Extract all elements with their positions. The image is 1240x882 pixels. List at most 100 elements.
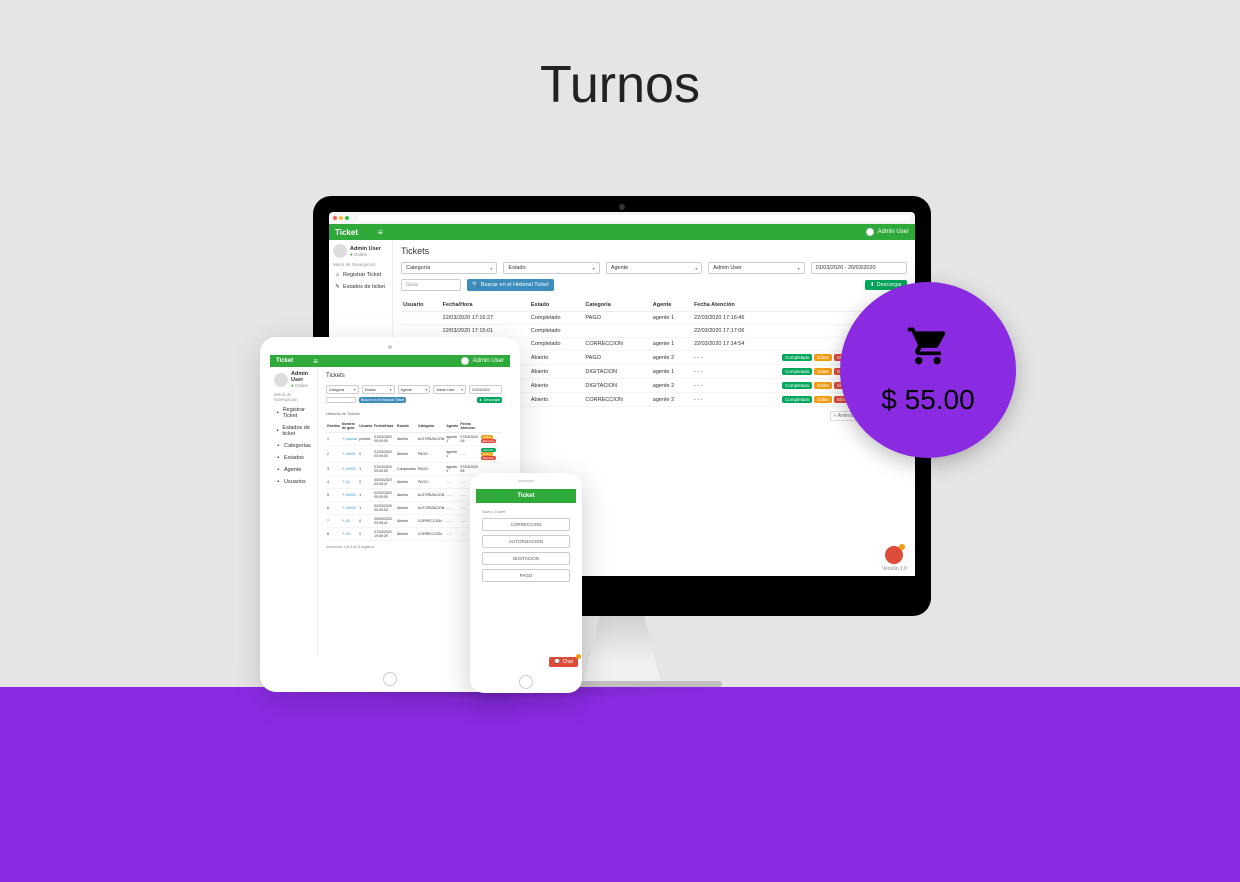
filter-agente[interactable]: Agente▾ xyxy=(398,385,431,394)
brand: Ticket xyxy=(517,493,534,499)
edit-badge[interactable]: Editar xyxy=(814,354,832,361)
table-cell: 02/03/2020 00:00:00 xyxy=(373,502,396,515)
category-option[interactable]: AUTORIZACION xyxy=(482,535,570,548)
category-option[interactable]: PAGO xyxy=(482,569,570,582)
table-cell: Completado xyxy=(529,325,584,338)
menu-toggle-icon[interactable]: ≡ xyxy=(313,357,318,366)
avatar[interactable] xyxy=(461,357,469,365)
search-button[interactable]: Buscar en el Historial Ticket xyxy=(359,397,406,403)
sidebar-avatar xyxy=(333,244,347,258)
filter-date[interactable]: 01/03/2020 xyxy=(469,385,502,394)
filter-categoria[interactable]: Categoría▾ xyxy=(401,262,497,274)
table-cell: 8 xyxy=(326,528,341,541)
chat-widget-icon[interactable] xyxy=(885,546,903,564)
sidebar-item-estados[interactable]: ✎Estados de ticket xyxy=(333,281,388,293)
topbar-username[interactable]: Admin User xyxy=(473,358,504,364)
table-cell: Abierto xyxy=(396,502,417,515)
table-cell: 22/03/2020 17:16:27 xyxy=(441,312,529,325)
action-badge[interactable]: Eliminar xyxy=(481,456,496,460)
ipad-home-button[interactable] xyxy=(383,672,397,686)
ticket-link[interactable]: ✎ #1 xyxy=(342,480,350,484)
filter-guia-input[interactable]: Guía xyxy=(401,279,461,291)
sidebar-item[interactable]: ▪Categorías xyxy=(274,440,313,452)
table-cell: agente 2 xyxy=(445,463,459,476)
action-badge[interactable]: Eliminar xyxy=(481,439,496,443)
ticket-link[interactable]: ✎ #0002 xyxy=(342,467,356,471)
iphone-home-button[interactable] xyxy=(519,675,533,689)
ticket-link[interactable]: ✎ #2 xyxy=(342,519,350,523)
filter-date-range[interactable]: 01/03/2020 - 26/03/2020 xyxy=(811,262,907,274)
category-option[interactable]: DIGITACION xyxy=(482,552,570,565)
table-cell: agente 1 xyxy=(445,446,459,463)
avatar[interactable] xyxy=(866,228,874,236)
table-cell: Abierto xyxy=(529,379,584,393)
table-cell: 4 xyxy=(326,476,341,489)
chevron-down-icon: ▾ xyxy=(798,266,800,271)
table-cell: 05/03/2020 03:06:41 xyxy=(373,515,396,528)
sidebar-item[interactable]: ▪Registrar Ticket xyxy=(274,404,313,422)
table-cell: - - - xyxy=(692,365,780,379)
table-cell: - - - xyxy=(692,379,780,393)
section-label: Nuevo Ticket xyxy=(482,509,570,514)
table-row: 1✎ pruebaprueba01/03/2020 00:00:00Abiert… xyxy=(326,433,502,446)
topbar-username[interactable]: Admin User xyxy=(878,229,909,235)
filter-guia-input[interactable] xyxy=(326,397,356,403)
edit-badge[interactable]: Editar xyxy=(814,396,832,403)
browser-chrome xyxy=(329,212,915,224)
download-button[interactable]: ⬇Descargar xyxy=(477,397,502,403)
filter-estado[interactable]: Estado▾ xyxy=(362,385,395,394)
status-badge[interactable]: Completado xyxy=(782,354,812,361)
filter-admin[interactable]: Admin User▾ xyxy=(433,385,466,394)
edit-badge[interactable]: Editar xyxy=(814,382,832,389)
filter-estado[interactable]: Estado▾ xyxy=(503,262,599,274)
avatar[interactable] xyxy=(570,476,578,484)
table-header: Categoría xyxy=(417,420,445,433)
content-title: Tickets xyxy=(401,246,907,256)
chat-button[interactable]: 💬Chat xyxy=(549,657,578,667)
nav-icon: ▪ xyxy=(276,479,281,485)
filter-admin[interactable]: Admin User▾ xyxy=(708,262,804,274)
price-badge[interactable]: $ 55.00 xyxy=(840,282,1016,458)
status-badge[interactable]: Completado xyxy=(782,368,812,375)
table-cell: Completado xyxy=(529,312,584,325)
table-cell: 05/03/2020 03:05:47 xyxy=(373,476,396,489)
download-icon: ⬇ xyxy=(479,398,482,402)
table-row: 22/03/2020 17:15:01Completado22/03/2020 … xyxy=(401,325,907,338)
purple-background-band xyxy=(0,687,1240,882)
download-icon: ⬇ xyxy=(870,282,875,288)
table-cell: prueba xyxy=(358,433,373,446)
ticket-link[interactable]: ✎ #0003 xyxy=(342,493,356,497)
filter-categoria[interactable]: Categoría▾ xyxy=(326,385,359,394)
sidebar-username: Admin User xyxy=(291,371,313,383)
filter-agente[interactable]: Agente▾ xyxy=(606,262,702,274)
home-icon: ⌂ xyxy=(335,272,340,278)
sidebar-item[interactable]: ▪Estados xyxy=(274,452,313,464)
ticket-link[interactable]: ✎ #0001 xyxy=(342,452,356,456)
sidebar-username: Admin User xyxy=(350,246,381,252)
sidebar-item[interactable]: ▪Agente xyxy=(274,464,313,476)
status-badge[interactable]: Completado xyxy=(782,396,812,403)
table-cell: CORRECCION xyxy=(417,515,445,528)
table-header: Agente xyxy=(445,420,459,433)
table-cell: - - - xyxy=(445,502,459,515)
table-header xyxy=(480,420,502,433)
status-badge[interactable]: Completado xyxy=(782,382,812,389)
edit-badge[interactable]: Editar xyxy=(814,368,832,375)
sidebar-item[interactable]: ▪Usuarios xyxy=(274,476,313,488)
content-title: Tickets xyxy=(326,373,502,379)
sidebar-item-registrar[interactable]: ⌂Registrar Ticket xyxy=(333,269,388,281)
category-option[interactable]: CORRECCION xyxy=(482,518,570,531)
table-cell: EditarEliminar xyxy=(480,433,502,446)
ticket-link[interactable]: ✎ #0003 xyxy=(342,506,356,510)
sidebar-item[interactable]: ▪Estados de ticket xyxy=(274,422,313,440)
ticket-link[interactable]: ✎ #3 xyxy=(342,532,350,536)
price-value: $ 55.00 xyxy=(881,384,974,416)
chevron-down-icon: ▾ xyxy=(490,266,492,271)
table-cell: AtenderEditarEliminar xyxy=(480,446,502,463)
ticket-link[interactable]: ✎ prueba xyxy=(342,437,357,441)
table-cell: AUTORIZACION xyxy=(417,489,445,502)
menu-toggle-icon[interactable]: ≡ xyxy=(378,228,383,237)
table-cell: 01/03/2020 00:00:00 xyxy=(373,463,396,476)
search-button[interactable]: 🔍Buscar en el Historial Ticket xyxy=(467,279,554,291)
table-cell: - - - xyxy=(692,393,780,407)
